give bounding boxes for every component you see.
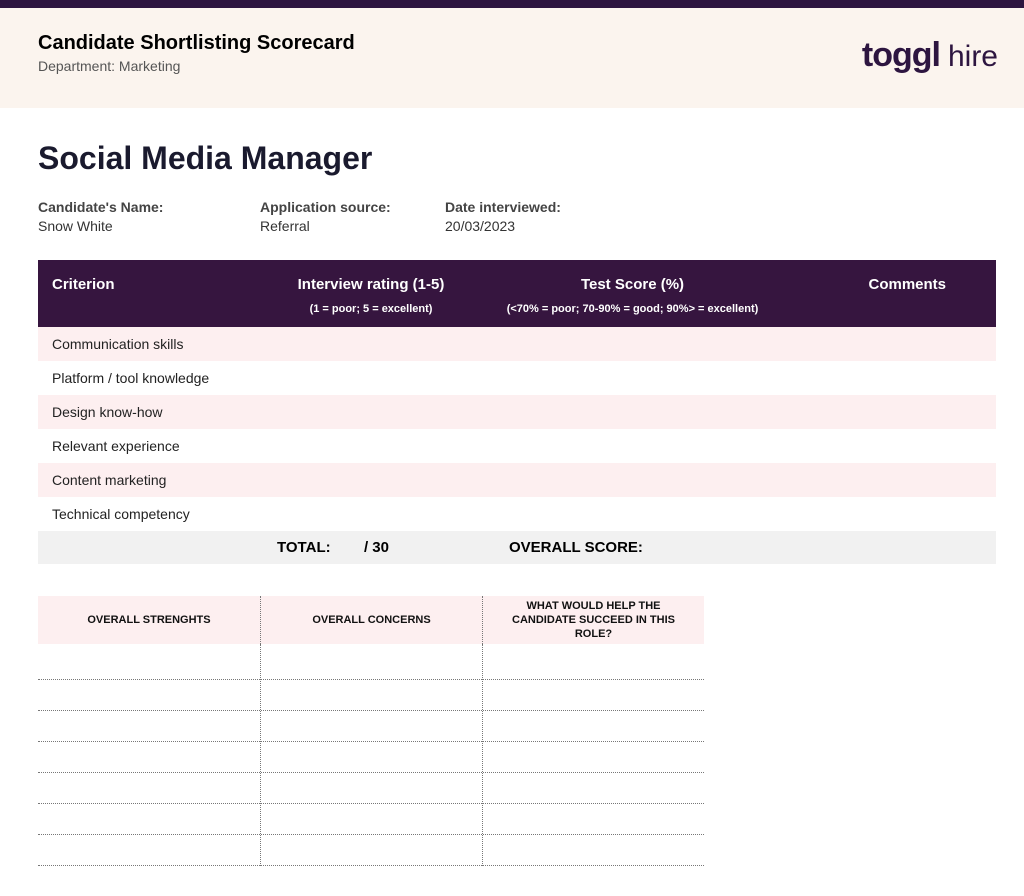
notes-col-concerns: OVERALL CONCERNS: [260, 596, 482, 644]
note-line: [38, 773, 260, 804]
meta-date-interviewed: Date interviewed: 20/03/2023: [445, 199, 645, 234]
note-line: [483, 680, 704, 711]
notes-lines-help: [482, 644, 704, 866]
notes-lines-concerns: [260, 644, 482, 866]
criterion-row: Design know-how: [38, 395, 996, 429]
criterion-row: Content marketing: [38, 463, 996, 497]
brand-logo: toggl hire: [862, 38, 998, 74]
overall-score-label: OVERALL SCORE:: [465, 539, 800, 556]
scorecard-header-row: Criterion Interview rating (1-5) Test Sc…: [38, 260, 996, 303]
note-line: [38, 644, 260, 680]
criterion-row: Technical competency: [38, 497, 996, 531]
scorecard-table: Criterion Interview rating (1-5) Test Sc…: [38, 260, 996, 564]
meta-label: Date interviewed:: [445, 199, 645, 215]
notes-col-help: WHAT WOULD HELP THE CANDIDATE SUCCEED IN…: [482, 596, 704, 644]
note-line: [261, 835, 482, 866]
notes-header-row: OVERALL STRENGHTS OVERALL CONCERNS WHAT …: [38, 596, 704, 644]
job-title: Social Media Manager: [38, 140, 998, 177]
meta-value: Referral: [260, 218, 445, 234]
note-line: [483, 804, 704, 835]
logo-product-text: hire: [948, 40, 998, 74]
note-line: [38, 680, 260, 711]
notes-col-strengths: OVERALL STRENGHTS: [38, 596, 260, 644]
criterion-row: Platform / tool knowledge: [38, 361, 996, 395]
meta-application-source: Application source: Referral: [260, 199, 445, 234]
rating-hint: (1 = poor; 5 = excellent): [277, 303, 465, 315]
meta-candidate-name: Candidate's Name: Snow White: [38, 199, 260, 234]
note-line: [38, 835, 260, 866]
note-line: [261, 773, 482, 804]
note-line: [261, 804, 482, 835]
document-body: Social Media Manager Candidate's Name: S…: [0, 108, 1024, 866]
note-line: [261, 742, 482, 773]
notes-body: [38, 644, 704, 866]
criterion-row: Relevant experience: [38, 429, 996, 463]
col-test-score: Test Score (%): [465, 276, 800, 293]
meta-value: 20/03/2023: [445, 218, 645, 234]
col-comments: Comments: [800, 276, 982, 293]
col-interview-rating: Interview rating (1-5): [277, 276, 465, 293]
note-line: [483, 742, 704, 773]
note-line: [483, 773, 704, 804]
meta-label: Application source:: [260, 199, 445, 215]
notes-section: OVERALL STRENGHTS OVERALL CONCERNS WHAT …: [38, 596, 704, 866]
note-line: [261, 711, 482, 742]
note-line: [261, 680, 482, 711]
total-value: / 30: [364, 539, 389, 556]
note-line: [38, 742, 260, 773]
criterion-row: Communication skills: [38, 327, 996, 361]
note-line: [483, 835, 704, 866]
col-criterion: Criterion: [52, 276, 277, 293]
note-line: [483, 711, 704, 742]
document-header: Candidate Shortlisting Scorecard Departm…: [0, 8, 1024, 108]
meta-label: Candidate's Name:: [38, 199, 260, 215]
top-accent-bar: [0, 0, 1024, 8]
note-line: [261, 644, 482, 680]
meta-value: Snow White: [38, 218, 260, 234]
note-line: [38, 804, 260, 835]
note-line: [38, 711, 260, 742]
logo-brand-text: toggl: [862, 38, 940, 72]
total-label: TOTAL:: [277, 539, 331, 556]
scorecard-header-hints: (1 = poor; 5 = excellent) (<70% = poor; …: [38, 303, 996, 327]
notes-lines-strengths: [38, 644, 260, 866]
candidate-meta: Candidate's Name: Snow White Application…: [38, 199, 998, 234]
test-hint: (<70% = poor; 70-90% = good; 90%> = exce…: [465, 303, 800, 315]
scorecard-total-row: TOTAL: / 30 OVERALL SCORE:: [38, 531, 996, 564]
note-line: [483, 644, 704, 680]
